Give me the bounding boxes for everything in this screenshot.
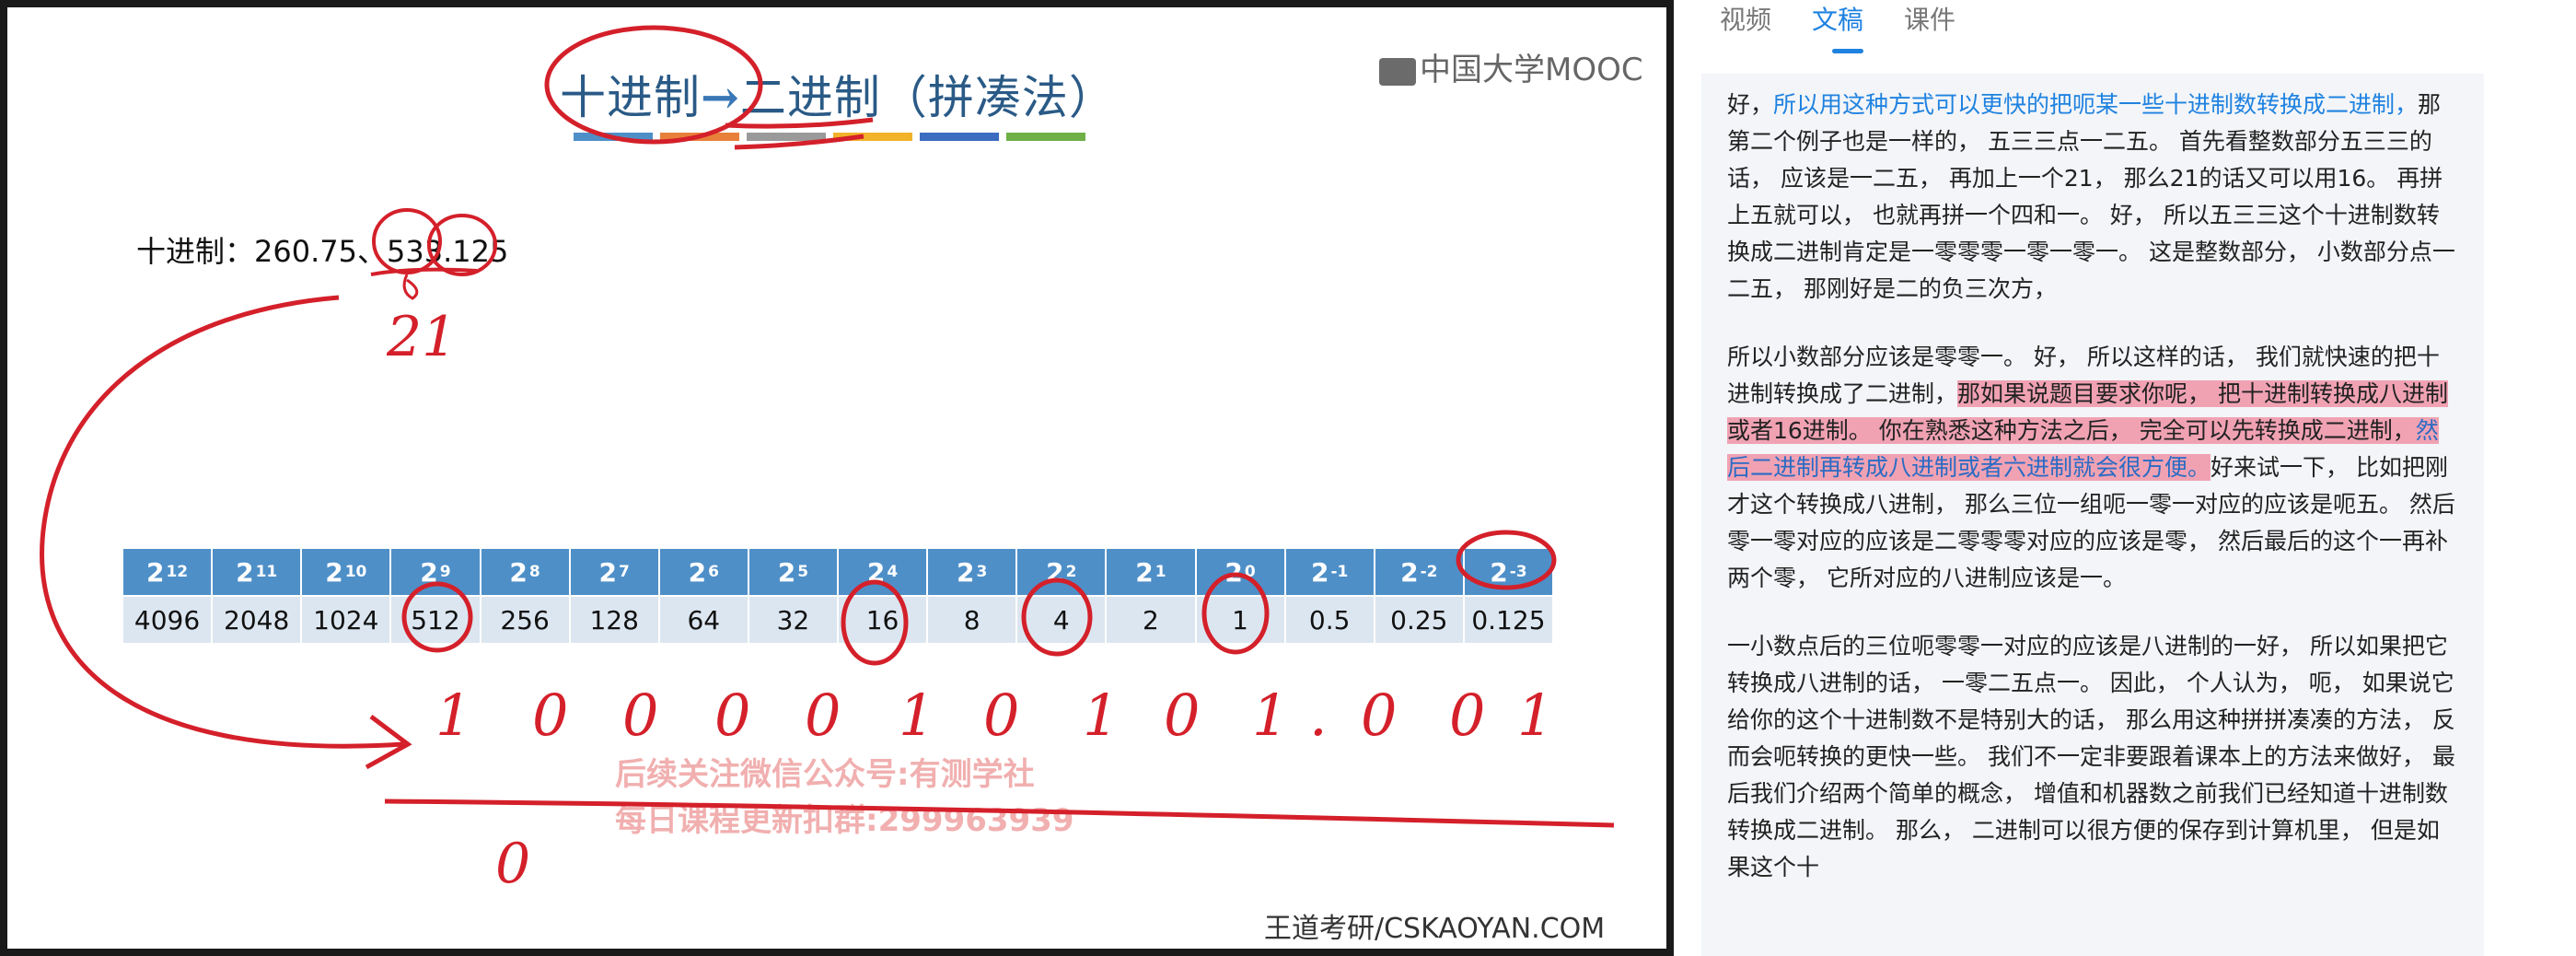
ink-binary-digit: 1 (435, 682, 471, 749)
tab-2[interactable]: 课件 (1904, 0, 1955, 46)
ink-underline-title (725, 117, 874, 129)
ink-binary-digit: 0 (983, 682, 1019, 749)
ink-binary-digit: 0 (1361, 682, 1397, 749)
tab-1[interactable]: 文稿 (1812, 0, 1864, 53)
ink-underline-title-2 (734, 134, 864, 150)
ink-binary-digit: 1 (899, 682, 934, 749)
transcript-paragraph-3: 一小数点后的三位呃零零一对应的应该是八进制的一好， 所以如果把它转换成八进制的话… (1727, 633, 2455, 880)
ink-binary-digit: 0 (805, 682, 841, 749)
ink-binary-digit: 0 (1164, 682, 1200, 749)
transcript-text: 好， (1727, 91, 1774, 118)
transcript-paragraph-2: 所以小数部分应该是零零一。 好， 所以这样的话， 我们就快速的把十进制转换成了二… (1727, 339, 2458, 597)
ink-binary-digit: . (1309, 682, 1328, 749)
ink-binary-digit: 1 (1083, 682, 1119, 749)
ink-sum-21: 21 (386, 305, 457, 369)
tab-0[interactable]: 视频 (1720, 0, 1771, 46)
transcript-text: 那第二个例子也是一样的， 五三三点一二五。 首先看整数部分五三三的话， 应该是一… (1727, 91, 2455, 302)
ink-circle-4 (1021, 577, 1093, 657)
ink-circle-2-3 (1456, 530, 1557, 590)
ink-circle-1 (1201, 572, 1270, 655)
transcript-highlight-current[interactable]: 所以用这种方式可以更快的把呃某一些十进制数转换成二进制， (1773, 91, 2418, 118)
ink-binary-digit: 1 (1517, 682, 1553, 749)
ink-binary-digit: 1 (1252, 682, 1288, 749)
panel-tabs: 视频 文稿 课件 (1720, 0, 1955, 53)
ink-binary-digit: 0 (714, 682, 750, 749)
ink-binary-digit: 0 (1449, 682, 1485, 749)
ink-long-underline (384, 799, 1615, 828)
video-player[interactable]: 十进制→二进制（拼凑法） 中国大学MOOC 十进制：260.75、533.125… (0, 0, 1674, 956)
ink-small-zero (402, 274, 419, 300)
ink-binary-digit: 0 (532, 682, 568, 749)
ink-arrowhead (365, 715, 412, 770)
side-panel: 视频 文稿 课件 好，所以用这种方式可以更快的把呃某一些十进制数转换成二进制，那第二… (1674, 0, 2576, 956)
ink-curved-arrow (40, 295, 404, 749)
ink-extra-zero: 0 (495, 832, 530, 896)
lecture-slide: 十进制→二进制（拼凑法） 中国大学MOOC 十进制：260.75、533.125… (7, 7, 1666, 949)
handwriting-annotations: 211 0 0 0 0 1 0 1 0 1. 0 0 10 (40, 25, 1615, 896)
ink-circle-512 (401, 581, 473, 653)
ink-circle-16 (841, 579, 909, 666)
transcript-paragraph-1: 好，所以用这种方式可以更快的把呃某一些十进制数转换成二进制，那第二个例子也是一样… (1727, 87, 2458, 308)
ink-binary-digit: 0 (622, 682, 658, 749)
transcript-content[interactable]: 好，所以用这种方式可以更快的把呃某一些十进制数转换成二进制，那第二个例子也是一样… (1701, 74, 2484, 956)
